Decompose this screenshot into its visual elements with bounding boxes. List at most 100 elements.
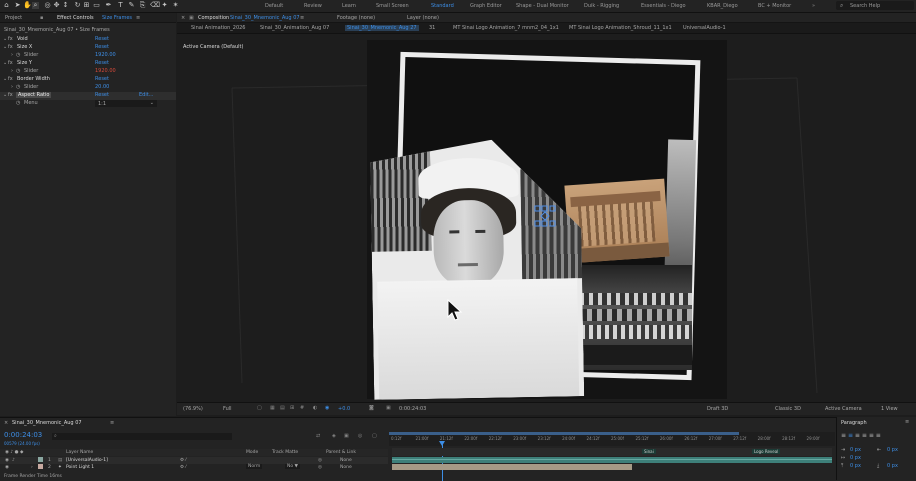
camera-view-select[interactable]: Active Camera — [825, 406, 862, 412]
footage-tab[interactable]: Footage (none) — [337, 15, 375, 21]
paragraph-panel-title[interactable]: Paragraph — [841, 420, 867, 426]
slider-value[interactable]: 1920.00 — [95, 68, 116, 74]
comp-tab-1[interactable]: Sinai_30_Animation_Aug 07 — [260, 25, 329, 31]
comp-tab-3[interactable]: 31 — [429, 25, 435, 31]
view-layout-select[interactable]: 1 View — [881, 406, 898, 412]
workspace-more-icon[interactable]: » — [812, 3, 815, 9]
switches-icon[interactable]: ⚙ ⁄ — [180, 458, 186, 463]
reset-link[interactable]: Reset — [95, 92, 109, 98]
mode-header[interactable]: Mode — [246, 450, 258, 455]
color-management-icon[interactable]: ◉ — [325, 405, 329, 411]
rectangle-tool-icon[interactable]: ▭ — [93, 2, 100, 9]
effect-row-void[interactable]: ⌄ fx Void Reset — [0, 36, 176, 44]
audio-layer-bar[interactable] — [392, 457, 832, 463]
aspect-ratio-dropdown[interactable]: 1:1 ⌄ — [95, 100, 157, 107]
hand-tool-icon[interactable]: ✋ — [23, 2, 32, 9]
effect-row-slider-x[interactable]: › ◷ Slider 1920.00 — [0, 52, 176, 60]
exposure-value[interactable]: +0.0 — [338, 406, 350, 412]
orbit-camera-icon[interactable]: ◎ — [44, 2, 51, 9]
dolly-camera-icon[interactable]: ↕ — [62, 2, 69, 9]
parent-select[interactable]: None — [340, 458, 352, 463]
align-left-icon[interactable]: ≡ — [841, 432, 846, 439]
zoom-tool-icon[interactable]: ⌕ — [32, 2, 39, 9]
workspace-10[interactable]: BC + Monitor — [758, 3, 791, 9]
workspace-0[interactable]: Default — [265, 3, 283, 9]
first-line-indent-value[interactable]: 0 px — [850, 455, 861, 461]
type-tool-icon[interactable]: T — [117, 2, 124, 9]
close-icon[interactable]: × — [4, 420, 8, 426]
roto-brush-icon[interactable]: ✦ — [161, 2, 168, 9]
time-ruler[interactable]: 0:12f 21:00f 21:12f 22:00f 22:12f 23:00f 23:12… — [389, 432, 835, 446]
workspace-8[interactable]: Essentials - Diego — [641, 3, 686, 9]
fx-icon[interactable]: fx — [8, 76, 13, 82]
effect-row-aspect-ratio[interactable]: ⌄ fx Aspect Ratio Reset Edit... — [0, 92, 176, 100]
graph-editor-icon[interactable]: ▢ — [372, 433, 377, 439]
panel-menu-icon[interactable]: ≡ — [300, 15, 304, 21]
fx-icon[interactable]: fx — [8, 92, 13, 98]
timeline-timecode[interactable]: 0:00:24:03 — [4, 431, 42, 439]
effect-row-border-width[interactable]: ⌄ fx Border Width Reset — [0, 76, 176, 84]
workspace-1[interactable]: Review — [304, 3, 322, 9]
comp-tab-6[interactable]: UniversalAudio-1 — [683, 25, 726, 31]
pan-behind-tool-icon[interactable]: ⊞ — [83, 2, 90, 9]
work-area-bar[interactable] — [389, 432, 739, 435]
composition-name[interactable]: Sinai_30_Mnemonic_Aug 07 — [230, 15, 300, 21]
search-help-field[interactable]: ⌕ Search Help — [836, 1, 914, 10]
slider-value[interactable]: 20.00 — [95, 84, 109, 90]
trkmat-select[interactable]: No ▼ — [285, 464, 301, 469]
snapshot-icon[interactable]: ◙ — [369, 405, 374, 411]
effect-row-slider-y[interactable]: › ◷ Slider 1920.00 — [0, 68, 176, 76]
workspace-5[interactable]: Graph Editor — [470, 3, 502, 9]
lock-icon[interactable]: ▪ — [40, 15, 43, 21]
project-tab[interactable]: Project — [5, 15, 22, 21]
reset-link[interactable]: Reset — [95, 60, 109, 66]
space-after-value[interactable]: 0 px — [887, 463, 898, 469]
space-before-value[interactable]: 0 px — [850, 463, 861, 469]
effect-controls-layer-name[interactable]: Size Frames — [102, 15, 132, 21]
layer-name-header[interactable]: Layer Name — [66, 450, 93, 455]
light-layer-bar[interactable] — [392, 464, 632, 470]
pen-tool-icon[interactable]: ✒ — [105, 2, 112, 9]
resolution-select[interactable]: Full — [223, 406, 232, 412]
point-light-gizmo[interactable] — [534, 205, 556, 227]
label-color-swatch[interactable] — [38, 457, 43, 462]
align-right-icon[interactable]: ≡ — [855, 432, 860, 439]
composition-label[interactable]: Composition — [198, 15, 229, 21]
motion-blur-icon[interactable]: ◎ — [358, 433, 362, 439]
visibility-icon[interactable]: ◉ — [5, 458, 9, 463]
fx-icon[interactable]: fx — [8, 60, 13, 66]
puppet-pin-icon[interactable]: ✶ — [172, 2, 179, 9]
comp-tab-active[interactable]: Sinai_30_Mnemonic_Aug 27 — [345, 25, 419, 31]
visibility-icon[interactable]: ◉ — [5, 465, 9, 470]
parent-select[interactable]: None — [340, 465, 352, 470]
timeline-comp-tab[interactable]: Sinai_30_Mnemonic_Aug 07 — [12, 420, 82, 426]
reset-link[interactable]: Reset — [95, 36, 109, 42]
marker-label[interactable]: Sinai — [642, 449, 656, 454]
brush-tool-icon[interactable]: ✎ — [128, 2, 135, 9]
indent-left-value[interactable]: 0 px — [850, 447, 861, 453]
indent-right-value[interactable]: 0 px — [887, 447, 898, 453]
workspace-9[interactable]: KBAR_Diego — [707, 3, 738, 9]
effect-row-size-x[interactable]: ⌄ fx Size X Reset — [0, 44, 176, 52]
timeline-search-input[interactable]: ⌕ — [52, 433, 232, 440]
selection-tool-icon[interactable]: ➤ — [14, 2, 21, 9]
show-snapshot-icon[interactable]: ▣ — [386, 405, 391, 411]
stopwatch-icon[interactable]: ◷ — [16, 68, 20, 74]
align-center-icon[interactable]: ≡ — [848, 432, 853, 439]
reset-link[interactable]: Reset — [95, 44, 109, 50]
home-icon[interactable]: ⌂ — [3, 2, 10, 9]
fx-icon[interactable]: fx — [8, 44, 13, 50]
current-timecode[interactable]: 0:00:24:03 — [399, 406, 426, 412]
reset-link[interactable]: Reset — [95, 76, 109, 82]
grid-icon[interactable]: # — [300, 405, 304, 411]
composition-canvas[interactable] — [367, 40, 727, 399]
parent-pickwhip-icon[interactable]: ◎ — [318, 458, 322, 463]
edit-link[interactable]: Edit... — [139, 92, 153, 98]
panel-menu-icon[interactable]: ≡ — [136, 15, 140, 21]
workspace-3[interactable]: Small Screen — [376, 3, 409, 9]
audio-icon[interactable]: ♪ — [12, 458, 15, 463]
workspace-2[interactable]: Learn — [342, 3, 356, 9]
workspace-6[interactable]: Shape - Dual Monitor — [516, 3, 569, 9]
switches-icon[interactable]: ⚙ ⁄ — [180, 465, 186, 470]
transparency-grid-icon[interactable]: ▦ — [270, 405, 275, 411]
